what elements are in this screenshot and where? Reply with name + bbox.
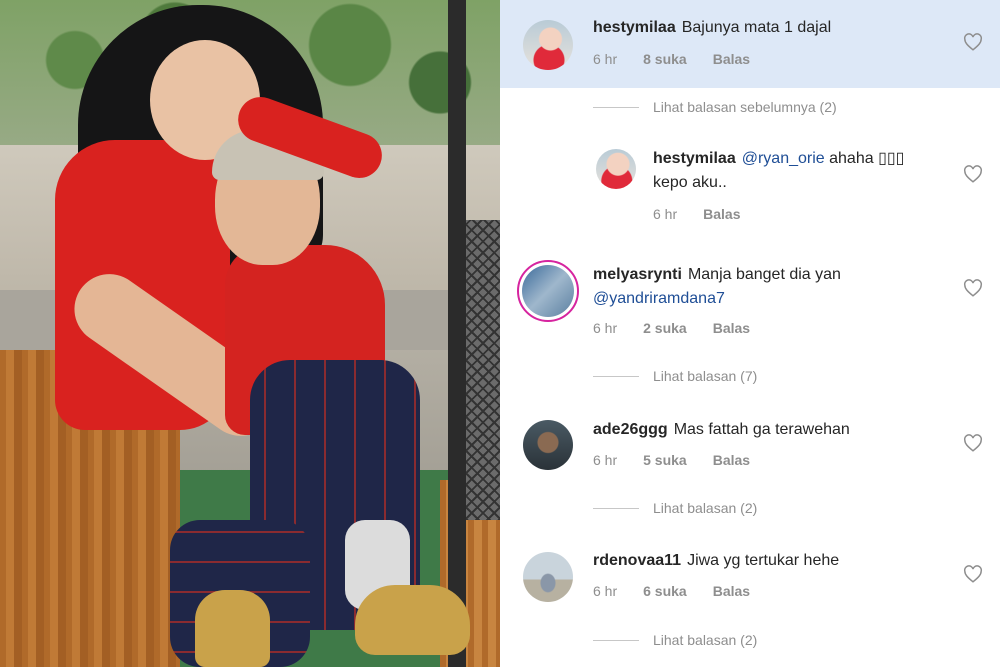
photo-mesh — [466, 220, 500, 520]
comment-username[interactable]: hestymilaa — [593, 19, 676, 36]
post-photo — [0, 0, 500, 667]
comment-item: hestymilaa Bajunya mata 1 dajal 6 hr 8 suk… — [500, 0, 1000, 88]
comment-meta: 6 hr 2 suka Balas — [593, 320, 776, 336]
avatar[interactable] — [596, 149, 636, 189]
view-replies-label[interactable]: Lihat balasan sebelumnya (2) — [653, 99, 837, 115]
comment-body: ahaha ▯▯▯ — [829, 150, 905, 167]
comment-time: 6 hr — [593, 452, 618, 468]
comment-body-line2: kepo aku.. — [653, 174, 727, 191]
heart-outline-icon[interactable] — [963, 165, 983, 183]
view-replies[interactable]: Lihat balasan (2) — [593, 632, 757, 648]
comment-text: ade26ggg Mas fattah ga terawehan — [593, 418, 850, 442]
comment-likes[interactable]: 5 suka — [643, 452, 687, 468]
comment-text: rdenovaa11 Jiwa yg tertukar hehe — [593, 549, 839, 573]
photo-gold-shoe-right — [355, 585, 470, 655]
comment-mention[interactable]: @ryan_orie — [742, 150, 825, 167]
heart-outline-icon[interactable] — [963, 279, 983, 297]
comment-meta: 6 hr 8 suka Balas — [593, 51, 776, 67]
comment-body: Jiwa yg tertukar hehe — [687, 552, 840, 569]
comment-item: melyasrynti Manja banget dia yan @yandrir… — [500, 255, 1000, 355]
comment-text: hestymilaa @ryan_orie ahaha ▯▯▯ kepo aku.… — [653, 147, 943, 195]
comment-text: melyasrynti Manja banget dia yan @yandrir… — [593, 263, 943, 311]
avatar[interactable] — [523, 552, 573, 602]
heart-outline-icon[interactable] — [963, 33, 983, 51]
comment-body: Mas fattah ga terawehan — [673, 421, 850, 438]
comment-likes[interactable]: 6 suka — [643, 583, 687, 599]
reply-item: hestymilaa @ryan_orie ahaha ▯▯▯ kepo aku.… — [500, 135, 1000, 230]
comment-time: 6 hr — [593, 583, 618, 599]
replies-divider — [593, 375, 639, 377]
comment-username[interactable]: ade26ggg — [593, 421, 668, 438]
comment-username[interactable]: hestymilaa — [653, 150, 736, 167]
reply-button[interactable]: Balas — [703, 206, 740, 222]
replies-divider — [593, 639, 639, 641]
comment-body: Manja banget dia yan — [687, 266, 841, 283]
view-replies[interactable]: Lihat balasan (7) — [593, 368, 757, 384]
comment-time: 6 hr — [593, 320, 618, 336]
comment-time: 6 hr — [593, 51, 618, 67]
heart-outline-icon[interactable] — [963, 434, 983, 452]
reply-button[interactable]: Balas — [713, 51, 750, 67]
comment-likes[interactable]: 8 suka — [643, 51, 687, 67]
avatar[interactable] — [517, 260, 579, 322]
reply-button[interactable]: Balas — [713, 452, 750, 468]
view-replies-label[interactable]: Lihat balasan (2) — [653, 632, 757, 648]
view-replies-label[interactable]: Lihat balasan (2) — [653, 500, 757, 516]
comment-likes[interactable]: 2 suka — [643, 320, 687, 336]
comment-time: 6 hr — [653, 206, 678, 222]
comment-meta: 6 hr 6 suka Balas — [593, 583, 776, 599]
view-previous-replies[interactable]: Lihat balasan sebelumnya (2) — [593, 99, 837, 115]
replies-divider — [593, 106, 639, 108]
avatar[interactable] — [523, 20, 573, 70]
comment-item: ade26ggg Mas fattah ga terawehan 6 hr 5 su… — [500, 410, 1000, 490]
reply-button[interactable]: Balas — [713, 583, 750, 599]
view-replies[interactable]: Lihat balasan (2) — [593, 500, 757, 516]
avatar[interactable] — [523, 420, 573, 470]
comments-panel: hestymilaa Bajunya mata 1 dajal 6 hr 8 suk… — [500, 0, 1000, 667]
reply-button[interactable]: Balas — [713, 320, 750, 336]
photo-gold-shoe-left — [195, 590, 270, 667]
heart-outline-icon[interactable] — [963, 565, 983, 583]
comment-item: rdenovaa11 Jiwa yg tertukar hehe 6 hr 6 su… — [500, 540, 1000, 620]
comment-username[interactable]: melyasrynti — [593, 266, 682, 283]
comment-text: hestymilaa Bajunya mata 1 dajal — [593, 16, 831, 40]
photo-metal-frame — [448, 0, 466, 667]
comment-body: Bajunya mata 1 dajal — [681, 19, 832, 36]
view-replies-label[interactable]: Lihat balasan (7) — [653, 368, 757, 384]
comment-mention[interactable]: @yandriramdana7 — [593, 290, 725, 307]
comment-meta: 6 hr Balas — [653, 206, 766, 222]
comment-username[interactable]: rdenovaa11 — [593, 552, 681, 569]
replies-divider — [593, 507, 639, 509]
comment-meta: 6 hr 5 suka Balas — [593, 452, 776, 468]
